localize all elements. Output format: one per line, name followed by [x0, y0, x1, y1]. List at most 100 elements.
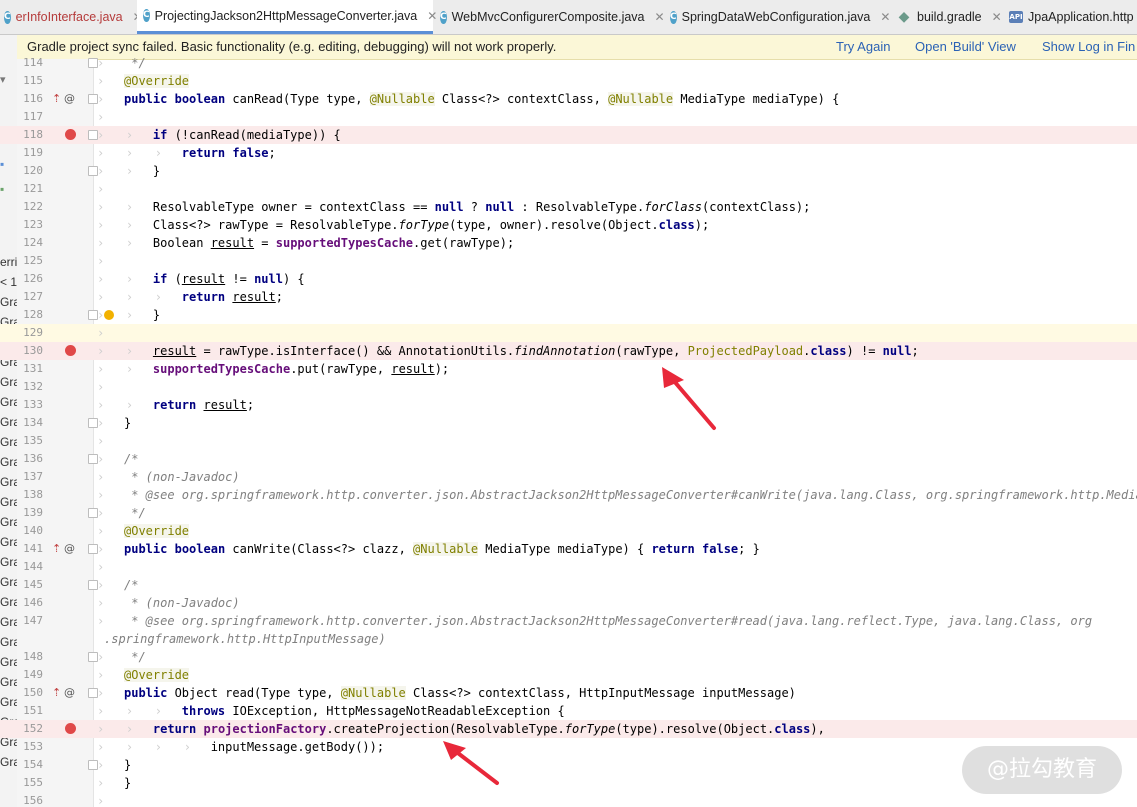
code-line[interactable]: 128 › › }: [0, 306, 1137, 324]
line-number[interactable]: 154: [17, 756, 43, 774]
code-text[interactable]: /*: [124, 450, 138, 468]
line-number[interactable]: 122: [17, 198, 43, 216]
line-number[interactable]: 119: [17, 144, 43, 162]
code-text[interactable]: .springframework.http.HttpInputMessage): [104, 630, 386, 648]
code-text[interactable]: public boolean canRead(Type type, @Nulla…: [124, 90, 839, 108]
line-number[interactable]: 156: [17, 792, 43, 807]
implements-method-icon[interactable]: ⇡: [52, 540, 61, 558]
code-line[interactable]: 119 › › › return false;: [0, 144, 1137, 162]
annotation-icon[interactable]: @: [64, 90, 75, 108]
code-line[interactable]: 125 ›: [0, 252, 1137, 270]
code-line[interactable]: 141 ⇡ @ › public boolean canWrite(Class<?> c…: [0, 540, 1137, 558]
tab-jpaapplication-http[interactable]: API JpaApplication.http: [1003, 0, 1137, 34]
line-number[interactable]: 117: [17, 108, 43, 126]
code-text[interactable]: @Override: [124, 666, 190, 684]
code-line[interactable]: 127 › › › return result;: [0, 288, 1137, 306]
code-line[interactable]: 131 › › supportedTypesCache.put(rawType, …: [0, 360, 1137, 378]
line-number[interactable]: 147: [17, 612, 43, 630]
code-text[interactable]: * (non-Javadoc): [124, 594, 239, 612]
code-text[interactable]: /*: [124, 576, 138, 594]
code-line[interactable]: 114 › */: [0, 54, 1137, 72]
code-text[interactable]: supportedTypesCache.put(rawType, result)…: [124, 360, 449, 378]
line-number[interactable]: 126: [17, 270, 43, 288]
code-line[interactable]: 132 ›: [0, 378, 1137, 396]
code-text[interactable]: * (non-Javadoc): [124, 468, 239, 486]
code-text[interactable]: * @see org.springframework.http.converte…: [124, 612, 1092, 630]
code-text[interactable]: Class<?> rawType = ResolvableType.forTyp…: [124, 216, 709, 234]
line-number[interactable]: 138: [17, 486, 43, 504]
line-number[interactable]: 133: [17, 396, 43, 414]
code-text[interactable]: Boolean result = supportedTypesCache.get…: [124, 234, 514, 252]
code-text[interactable]: if (result != null) {: [124, 270, 305, 288]
tab-erinfointerface[interactable]: C erInfoInterface.java ✕: [0, 0, 143, 34]
code-line[interactable]: 140 › @Override: [0, 522, 1137, 540]
code-line[interactable]: 137 › * (non-Javadoc): [0, 468, 1137, 486]
code-line[interactable]: 151 › › › throws IOException, HttpMessage…: [0, 702, 1137, 720]
code-line[interactable]: 122 › › ResolvableType owner = contextCla…: [0, 198, 1137, 216]
line-number[interactable]: 148: [17, 648, 43, 666]
code-line[interactable]: 146 › * (non-Javadoc): [0, 594, 1137, 612]
annotation-icon[interactable]: @: [64, 540, 75, 558]
code-line[interactable]: 150 ⇡ @ › public Object read(Type type, @Nul…: [0, 684, 1137, 702]
line-number[interactable]: 114: [17, 54, 43, 72]
code-line[interactable]: 130 › › result = rawType.isInterface() &&…: [0, 342, 1137, 360]
code-text[interactable]: return result;: [124, 288, 283, 306]
line-number[interactable]: 131: [17, 360, 43, 378]
code-line[interactable]: 148 › */: [0, 648, 1137, 666]
code-line[interactable]: 147 › * @see org.springframework.http.con…: [0, 612, 1137, 630]
line-number[interactable]: 153: [17, 738, 43, 756]
code-line[interactable]: 136 › /*: [0, 450, 1137, 468]
line-number[interactable]: 152: [17, 720, 43, 738]
code-text[interactable]: public boolean canWrite(Class<?> clazz, …: [124, 540, 760, 558]
code-line[interactable]: 116 ⇡ @ › public boolean canRead(Type type, …: [0, 90, 1137, 108]
code-line[interactable]: 118 › › if (!canRead(mediaType)) {: [0, 126, 1137, 144]
line-number[interactable]: 141: [17, 540, 43, 558]
line-number[interactable]: 132: [17, 378, 43, 396]
code-line[interactable]: 129 ›: [0, 324, 1137, 342]
code-text[interactable]: return false;: [124, 144, 276, 162]
line-number[interactable]: 140: [17, 522, 43, 540]
line-number[interactable]: 155: [17, 774, 43, 792]
code-line[interactable]: 139 › */: [0, 504, 1137, 522]
code-line[interactable]: 138 › * @see org.springframework.http.con…: [0, 486, 1137, 504]
code-line[interactable]: 135 ›: [0, 432, 1137, 450]
code-line[interactable]: 153 › › › › inputMessage.getBody());: [0, 738, 1137, 756]
code-line[interactable]: 152 › › return projectionFactory.createPr…: [0, 720, 1137, 738]
line-number[interactable]: 149: [17, 666, 43, 684]
line-number[interactable]: 151: [17, 702, 43, 720]
code-text[interactable]: public Object read(Type type, @Nullable …: [124, 684, 796, 702]
code-text[interactable]: return result;: [124, 396, 254, 414]
code-text[interactable]: @Override: [124, 72, 190, 90]
line-number[interactable]: 136: [17, 450, 43, 468]
close-icon[interactable]: ✕: [992, 10, 1002, 24]
code-text[interactable]: return projectionFactory.createProjectio…: [124, 720, 825, 738]
line-number[interactable]: 124: [17, 234, 43, 252]
line-number[interactable]: 145: [17, 576, 43, 594]
line-number[interactable]: 129: [17, 324, 43, 342]
line-number[interactable]: 146: [17, 594, 43, 612]
line-number[interactable]: 134: [17, 414, 43, 432]
code-line[interactable]: 156 ›: [0, 792, 1137, 807]
line-number[interactable]: 144: [17, 558, 43, 576]
code-line[interactable]: 133 › › return result;: [0, 396, 1137, 414]
close-icon[interactable]: ✕: [880, 10, 890, 24]
code-line[interactable]: 115 › @Override: [0, 72, 1137, 90]
line-number[interactable]: 115: [17, 72, 43, 90]
breakpoint-icon[interactable]: [65, 723, 76, 734]
line-number[interactable]: 120: [17, 162, 43, 180]
code-line[interactable]: 124 › › Boolean result = supportedTypesCa…: [0, 234, 1137, 252]
code-text[interactable]: @Override: [124, 522, 190, 540]
line-number[interactable]: 150: [17, 684, 43, 702]
line-number[interactable]: 137: [17, 468, 43, 486]
line-number[interactable]: 121: [17, 180, 43, 198]
code-text[interactable]: }: [124, 414, 131, 432]
breakpoint-icon[interactable]: [65, 345, 76, 356]
tab-build-gradle[interactable]: ◆ build.gradle ✕: [890, 0, 1002, 34]
code-line[interactable]: .springframework.http.HttpInputMessage): [0, 630, 1137, 648]
line-number[interactable]: 123: [17, 216, 43, 234]
code-text[interactable]: }: [124, 162, 160, 180]
line-number[interactable]: 135: [17, 432, 43, 450]
code-text[interactable]: inputMessage.getBody());: [124, 738, 384, 756]
line-number[interactable]: 125: [17, 252, 43, 270]
code-text[interactable]: }: [124, 756, 131, 774]
